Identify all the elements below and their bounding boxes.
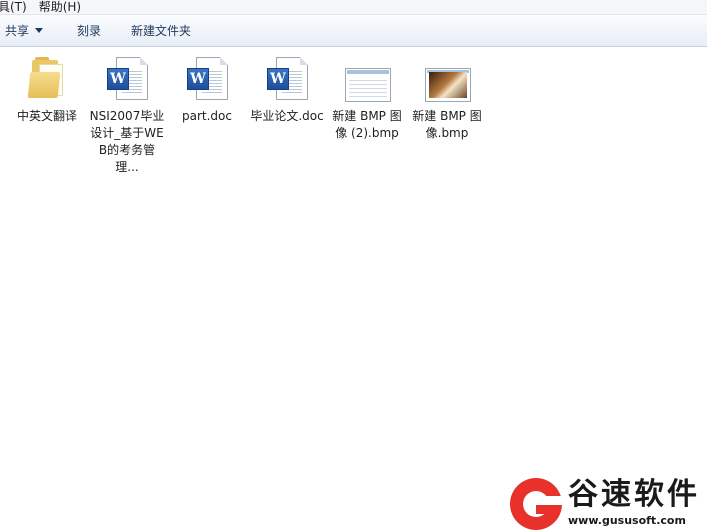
new-folder-button[interactable]: 新建文件夹: [128, 20, 194, 42]
menu-tools[interactable]: 具(T): [0, 0, 27, 14]
share-label: 共享: [5, 24, 30, 38]
file-name: 中英文翻译: [16, 109, 77, 123]
watermark-url: www.gususoft.com: [568, 514, 686, 527]
gususoft-logo-icon: [510, 478, 564, 530]
menu-bar: 具(T) 帮助(H): [0, 0, 707, 15]
file-list: 中英文翻译 W NSI2007毕业设计_基于WEB的考务管理... W part…: [0, 52, 707, 232]
watermark: 谷速软件 www.gususoft.com: [510, 476, 707, 530]
word-document-icon: W: [263, 54, 311, 102]
file-item-folder[interactable]: 中英文翻译: [7, 54, 87, 125]
dropdown-arrow-icon: [35, 28, 44, 33]
command-bar: 共享 刻录 新建文件夹: [0, 15, 707, 47]
word-document-icon: W: [103, 54, 151, 102]
folder-icon: [23, 54, 71, 102]
file-item-doc[interactable]: W part.doc: [167, 54, 247, 125]
file-item-bmp[interactable]: 新建 BMP 图像 (2).bmp: [327, 54, 407, 142]
file-item-bmp[interactable]: 新建 BMP 图像.bmp: [407, 54, 487, 142]
file-name: 毕业论文.doc: [250, 109, 324, 123]
file-item-doc[interactable]: W NSI2007毕业设计_基于WEB的考务管理...: [87, 54, 167, 176]
burn-label: 刻录: [77, 24, 102, 38]
file-name: NSI2007毕业设计_基于WEB的考务管理...: [89, 109, 165, 174]
file-name: 新建 BMP 图像.bmp: [412, 109, 482, 140]
file-name: part.doc: [182, 109, 232, 123]
menu-help[interactable]: 帮助(H): [39, 0, 81, 14]
bmp-thumbnail-icon: [343, 54, 391, 102]
new-folder-label: 新建文件夹: [131, 24, 192, 38]
word-document-icon: W: [183, 54, 231, 102]
file-name: 新建 BMP 图像 (2).bmp: [332, 109, 402, 140]
watermark-title: 谷速软件: [568, 477, 700, 512]
file-item-doc[interactable]: W 毕业论文.doc: [247, 54, 327, 125]
share-button[interactable]: 共享: [2, 20, 46, 42]
bmp-thumbnail-icon: [423, 54, 471, 102]
burn-button[interactable]: 刻录: [74, 20, 104, 42]
